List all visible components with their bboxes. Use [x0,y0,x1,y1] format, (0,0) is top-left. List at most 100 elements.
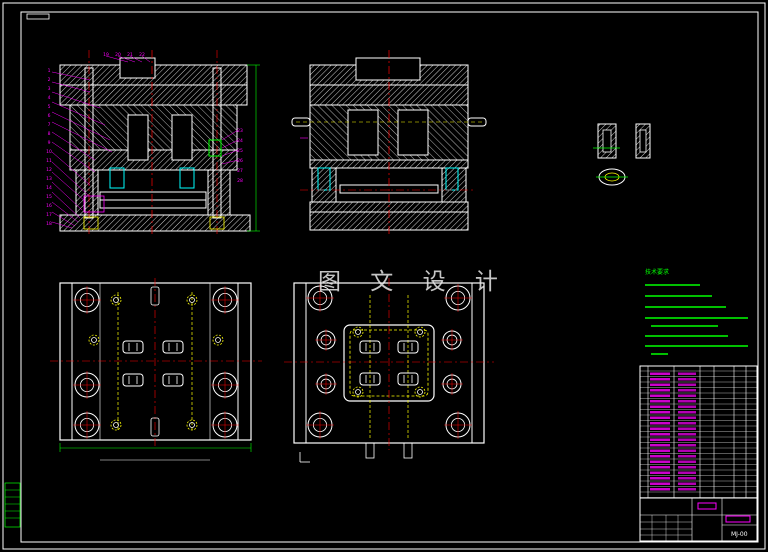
parts-list-entry-material [678,471,696,474]
parts-list-entry-material [678,449,696,452]
part-balloon: 7 [48,122,51,128]
side-section-view [291,50,487,235]
front-section-view [51,50,260,235]
parts-list-entry-name [650,438,670,441]
part-balloon: 26 [237,158,243,164]
parts-list-entry-material [678,466,696,469]
cavity-slot [122,340,144,354]
support-pillar [315,329,337,351]
guide-bushing [211,411,239,439]
parts-list-entry-material [678,460,696,463]
moving-half-plan-view [284,278,494,463]
parts-list-entry-material [678,433,696,436]
part-balloon: 11 [46,158,52,164]
parts-list-entry-name [650,405,670,408]
parts-list-entry-material [678,378,696,381]
part-balloon: 5 [48,104,51,110]
parts-list-entry-material [678,488,696,491]
part-balloon: 1 [48,68,51,74]
parts-list-entry-name [650,422,670,425]
part-balloon: 19 [103,52,109,58]
parts-list-entry-material [678,455,696,458]
part-balloon: 17 [46,212,52,218]
support-pillar [441,373,463,395]
screw-hole [212,334,224,346]
part-balloon: 22 [139,52,145,58]
part-balloon: 2 [48,77,51,83]
part-balloon: 25 [237,148,243,154]
support-pillar [441,329,463,351]
parts-list-entry-name [650,427,670,430]
core-slot [397,372,419,386]
cavity-slot [122,373,144,387]
fixed-half-plan-view [50,278,262,461]
cavity-slot [162,340,184,354]
part-balloon: 18 [46,221,52,227]
ejector-pin [414,386,426,398]
parts-list-entry-name [650,372,670,375]
parts-list-entry-material [678,438,696,441]
cad-drawing-sheet: 19 20 21 22 23 24 25 26 27 28 1 2 3 4 5 6 7 8 9 10 11 12 13 14 1… [0,0,768,552]
parts-list-entry-name [650,466,670,469]
parts-list-entry-name [650,400,670,403]
parts-list-entry-material [678,383,696,386]
parts-list-entry-material [678,427,696,430]
parts-list-entry-material [678,416,696,419]
parts-list-entry-name [650,488,670,491]
part-balloon: 9 [48,140,51,146]
parts-list-entry-name [650,460,670,463]
guide-bushing [73,411,101,439]
core-slot [359,372,381,386]
part-balloon: 10 [46,149,52,155]
part-balloon: 20 [115,52,121,58]
parts-list-entry-material [678,422,696,425]
part-balloon: 28 [237,178,243,184]
technical-notes [645,284,748,355]
part-balloon: 8 [48,131,51,137]
parts-list-entry-material [678,482,696,485]
part-balloon: 4 [48,95,51,101]
guide-bushing [73,371,101,399]
parts-list-entry-material [678,394,696,397]
drawing-number: MJ-00 [731,531,748,538]
parts-list-entry-name [650,477,670,480]
part-balloon: 15 [46,194,52,200]
parts-list-entry-material [678,411,696,414]
detail-insert-view [593,123,651,186]
cavity-slot [162,373,184,387]
support-pillar [315,373,337,395]
parts-list-entry-name [650,389,670,392]
parts-list-entry-name [650,455,670,458]
ejector-pin [352,326,364,338]
guide-pin [444,411,472,439]
guide-bushing [211,286,239,314]
guide-bushing [73,286,101,314]
part-balloon: 24 [237,138,243,144]
parts-list-entry-material [678,389,696,392]
parts-list-entry-material [678,400,696,403]
part-balloon: 12 [46,167,52,173]
screw-hole [88,334,100,346]
part-balloon: 16 [46,203,52,209]
parts-list-entry-name [650,394,670,397]
watermark-text: 图 文 设 计 [318,269,509,295]
part-balloon: 23 [237,128,243,134]
screw-hole [110,294,122,306]
screw-hole [110,419,122,431]
part-balloon: 6 [48,113,51,119]
parts-list-entry-material [678,444,696,447]
parts-list-entry-name [650,444,670,447]
parts-list [639,365,758,499]
ejector-pin [352,386,364,398]
technical-notes-title: 技术要求 [645,269,670,276]
part-balloon: 27 [237,168,243,174]
parts-list-entry-material [678,372,696,375]
parts-list-entry-name [650,449,670,452]
parts-list-entry-name [650,411,670,414]
guide-pin [306,411,334,439]
part-balloon: 3 [48,86,51,92]
part-balloon: 14 [46,185,52,191]
parts-list-entry-name [650,482,670,485]
parts-list-entry-name [650,433,670,436]
parts-list-entry-material [678,477,696,480]
